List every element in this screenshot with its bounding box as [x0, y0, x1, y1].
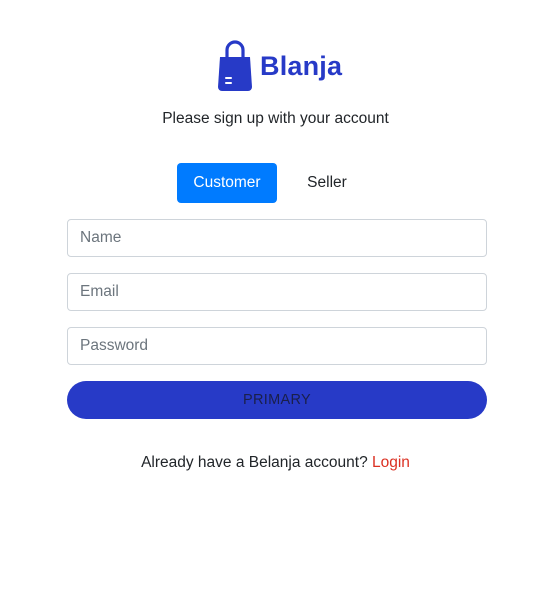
seller-tab[interactable]: Seller	[277, 163, 377, 203]
customer-tab[interactable]: Customer	[177, 163, 277, 203]
login-prompt: Already have a Belanja account? Login	[0, 454, 551, 472]
login-link[interactable]: Login	[372, 454, 410, 471]
page-subtitle: Please sign up with your account	[162, 110, 389, 127]
email-input[interactable]	[67, 273, 487, 311]
submit-button[interactable]: PRIMARY	[67, 381, 487, 419]
role-toggle: Customer Seller	[177, 163, 377, 203]
shopping-bag-icon	[218, 40, 252, 91]
brand-name: Blanja	[260, 51, 343, 81]
password-input[interactable]	[67, 327, 487, 365]
login-prompt-text: Already have a Belanja account?	[141, 454, 372, 471]
brand-logo: Blanja	[216, 40, 342, 92]
name-input[interactable]	[67, 219, 487, 257]
